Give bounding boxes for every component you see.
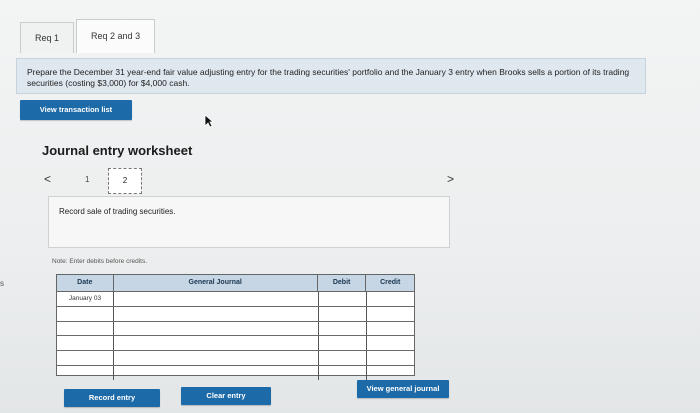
mouse-cursor-icon xyxy=(204,114,214,128)
table-row xyxy=(57,336,414,352)
date-cell[interactable]: January 03 xyxy=(57,292,113,306)
date-cell[interactable] xyxy=(57,351,113,365)
instruction-box: Prepare the December 31 year-end fair va… xyxy=(16,58,646,94)
account-cell[interactable] xyxy=(113,336,318,351)
account-cell[interactable] xyxy=(113,321,318,336)
account-cell[interactable] xyxy=(113,365,318,380)
table-row xyxy=(57,351,414,366)
debit-cell[interactable] xyxy=(318,351,366,365)
edge-text: s xyxy=(0,279,4,288)
journal-header-row: Date General Journal Debit Credit xyxy=(57,275,414,292)
debit-cell[interactable] xyxy=(318,336,366,351)
table-row xyxy=(57,321,414,337)
entry-description: Record sale of trading securities. xyxy=(48,196,450,248)
clear-entry-button[interactable]: Clear entry xyxy=(181,387,271,405)
worksheet-pager: < 1 2 xyxy=(44,168,464,194)
page: s Req 1 Req 2 and 3 Prepare the December… xyxy=(0,0,700,413)
date-column-header: Date xyxy=(77,279,93,286)
worksheet-title: Journal entry worksheet xyxy=(42,143,193,158)
table-row: January 03 xyxy=(57,292,414,307)
tab-bar: Req 1 Req 2 and 3 xyxy=(20,19,156,53)
record-entry-button[interactable]: Record entry xyxy=(64,389,160,407)
credit-cell[interactable] xyxy=(366,306,414,321)
credit-cell[interactable] xyxy=(366,292,414,306)
view-general-journal-button[interactable]: View general journal xyxy=(357,380,449,398)
account-cell[interactable] xyxy=(113,292,318,306)
account-cell[interactable] xyxy=(113,306,318,321)
debit-cell[interactable] xyxy=(318,321,366,336)
date-cell[interactable] xyxy=(57,336,113,350)
table-row xyxy=(57,365,414,380)
page-1-button[interactable]: 1 xyxy=(85,175,89,184)
credit-cell[interactable] xyxy=(366,351,414,365)
chevron-left-icon[interactable]: < xyxy=(44,172,51,186)
credit-cell[interactable] xyxy=(366,321,414,336)
note-text: Note: Enter debits before credits. xyxy=(52,258,148,265)
table-row xyxy=(57,306,414,322)
view-transaction-list-button[interactable]: View transaction list xyxy=(20,100,132,120)
credit-cell[interactable] xyxy=(366,336,414,351)
chevron-right-icon[interactable]: > xyxy=(447,172,454,186)
general-journal-column-header: General Journal xyxy=(112,275,317,291)
page-2-button[interactable]: 2 xyxy=(108,168,142,194)
account-cell[interactable] xyxy=(113,351,318,365)
date-cell[interactable] xyxy=(57,366,113,380)
debit-cell[interactable] xyxy=(318,365,366,380)
debit-column-header: Debit xyxy=(316,275,366,291)
credit-column-header: Credit xyxy=(365,275,414,291)
date-cell[interactable] xyxy=(57,322,113,336)
tab-req-2-and-3[interactable]: Req 2 and 3 xyxy=(76,19,156,53)
tab-req-1[interactable]: Req 1 xyxy=(20,22,75,53)
credit-cell[interactable] xyxy=(366,365,414,380)
date-cell[interactable] xyxy=(57,307,113,321)
debit-cell[interactable] xyxy=(318,306,366,321)
debit-cell[interactable] xyxy=(318,292,366,306)
journal-table: Date General Journal Debit Credit Januar… xyxy=(56,274,415,380)
